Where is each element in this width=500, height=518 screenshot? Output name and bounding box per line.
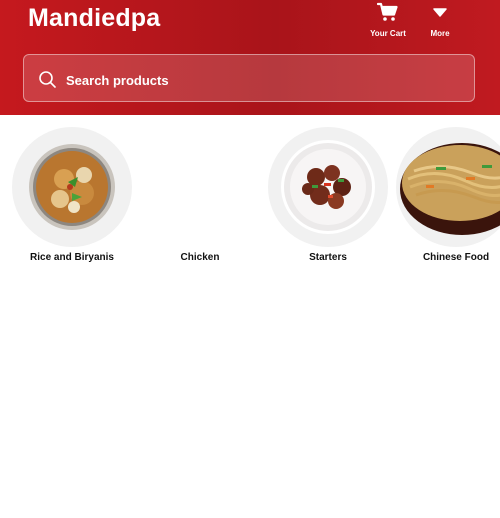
category-name: Rice and Biryanis xyxy=(30,252,114,263)
category-starters[interactable]: Starters xyxy=(268,127,388,263)
your-cart-button[interactable]: Your Cart xyxy=(358,2,418,38)
category-chinese-food[interactable]: Chinese Food xyxy=(396,127,500,263)
starters-image xyxy=(268,127,388,247)
search-icon xyxy=(38,70,56,93)
more-label: More xyxy=(430,29,450,38)
chicken-image-placeholder xyxy=(140,127,260,247)
your-cart-label: Your Cart xyxy=(370,29,406,38)
category-name: Chinese Food xyxy=(422,252,490,263)
search-bar[interactable] xyxy=(23,54,475,102)
category-name: Starters xyxy=(309,252,347,263)
chevron-down-icon xyxy=(410,2,470,22)
search-input[interactable] xyxy=(64,65,468,95)
category-carousel[interactable]: Rice and Biryanis Chicken Starters Chine… xyxy=(0,115,500,285)
category-chicken[interactable]: Chicken xyxy=(140,127,260,263)
brand-logo-text[interactable]: Mandiedpa xyxy=(28,4,160,33)
more-menu-button[interactable]: More xyxy=(410,2,470,38)
biryani-image xyxy=(12,127,132,247)
chinese-food-image xyxy=(396,127,500,247)
top-header: Mandiedpa Your Cart More xyxy=(0,0,500,115)
cart-icon xyxy=(358,2,418,22)
category-name: Chicken xyxy=(180,252,220,263)
category-rice-and-biryanis[interactable]: Rice and Biryanis xyxy=(12,127,132,263)
